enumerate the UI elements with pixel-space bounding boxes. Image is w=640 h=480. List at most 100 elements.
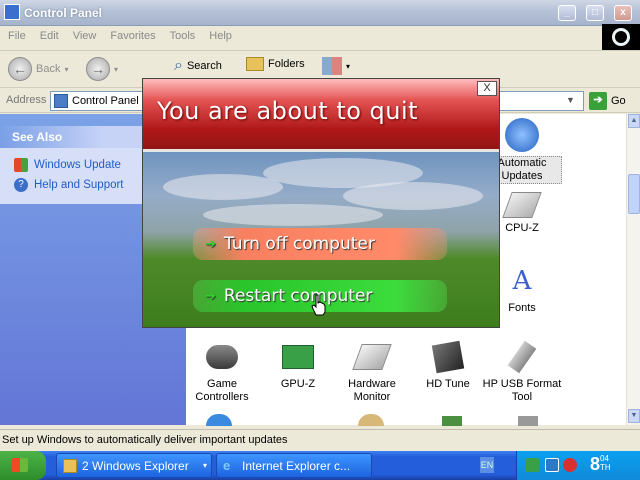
close-button[interactable]: x [614, 5, 632, 21]
hardware-monitor-label: Hardware Monitor [348, 378, 396, 403]
turn-off-computer-button[interactable]: ➔ Turn off computer [193, 228, 447, 260]
help-and-support-link[interactable]: ? Help and Support [14, 178, 124, 192]
tray-app-icon[interactable] [525, 458, 539, 472]
gamepad-icon [206, 345, 238, 369]
fonts-label: Fonts [508, 302, 536, 314]
folders-icon [246, 57, 264, 71]
language-indicator[interactable]: EN [480, 457, 494, 473]
cloud [163, 174, 283, 200]
address-label: Address [6, 94, 47, 106]
control-panel-icon [4, 4, 20, 20]
views-dropdown-icon: ▾ [346, 61, 351, 71]
hand-cursor-icon [311, 294, 326, 316]
usb-drive-icon [507, 340, 537, 374]
game-controllers-item[interactable]: Game Controllers [182, 340, 262, 404]
forward-dropdown-icon: ▾ [114, 64, 119, 74]
partial-item-icon [518, 416, 538, 426]
hardware-monitor-item[interactable]: Hardware Monitor [332, 340, 412, 404]
back-dropdown-icon: ▾ [64, 64, 69, 74]
task-internet-explorer[interactable]: e Internet Explorer c... [216, 453, 372, 478]
clock-minutes: 04 [600, 454, 609, 463]
clock-suffix: TH [600, 463, 611, 472]
go-button[interactable]: Go [611, 95, 626, 107]
status-text: Set up Windows to automatically deliver … [2, 434, 288, 446]
back-arrow-icon: ← [8, 57, 32, 81]
windows-logo [602, 24, 640, 50]
clock-hour: 8 [590, 454, 601, 474]
hp-usb-format-tool-label: HP USB Format Tool [482, 378, 562, 403]
cloud [343, 182, 483, 210]
address-dropdown-icon[interactable]: ▼ [566, 95, 575, 105]
partial-item-icon [442, 416, 462, 426]
dialog-close-button[interactable]: X [477, 81, 497, 96]
throbber-icon [612, 28, 630, 46]
menu-view[interactable]: View [65, 27, 103, 42]
gpu-card-icon [282, 345, 314, 369]
hd-tune-item[interactable]: HD Tune [408, 340, 488, 391]
hard-drive-icon [431, 340, 465, 374]
internet-explorer-icon: e [223, 457, 231, 473]
hardware-monitor-icon [352, 344, 392, 370]
windows-flag-icon [12, 458, 28, 472]
title-bar[interactable]: Control Panel _ □ x [0, 0, 640, 26]
forward-button[interactable]: → ▾ [86, 57, 118, 81]
views-icon [322, 57, 342, 75]
minimize-button[interactable]: _ [558, 5, 576, 21]
scroll-down-button[interactable]: ▼ [628, 409, 640, 423]
vertical-scrollbar[interactable]: ▲ ▼ [626, 114, 640, 425]
forward-arrow-icon: → [86, 57, 110, 81]
search-icon: ⌕ [174, 57, 183, 74]
gpu-z-item[interactable]: GPU-Z [258, 340, 338, 391]
search-button[interactable]: ⌕ Search [174, 57, 222, 75]
folder-icon [63, 458, 77, 473]
task-windows-explorer[interactable]: 2 Windows Explorer ▾ [56, 453, 212, 478]
windows-update-icon [14, 158, 28, 172]
partial-item-icon [206, 414, 232, 426]
gpu-z-label: GPU-Z [280, 378, 316, 390]
menu-tools[interactable]: Tools [162, 27, 202, 42]
task-windows-explorer-label: 2 Windows Explorer [82, 458, 189, 473]
help-and-support-label: Help and Support [34, 179, 124, 191]
menu-bar: File Edit View Favorites Tools Help [0, 27, 600, 47]
security-shield-icon[interactable] [545, 458, 559, 472]
folders-button[interactable]: Folders [246, 57, 305, 71]
hd-tune-label: HD Tune [426, 378, 470, 390]
hp-usb-format-tool-item[interactable]: HP USB Format Tool [482, 340, 562, 404]
status-bar: Set up Windows to automatically deliver … [0, 429, 640, 451]
start-button[interactable] [0, 451, 46, 480]
dialog-title: You are about to quit [157, 97, 419, 125]
shutdown-dialog: X You are about to quit ➔ Turn off compu… [142, 78, 500, 328]
turn-off-label: Turn off computer [223, 234, 375, 254]
clock[interactable]: 804 TH [590, 454, 611, 475]
cpu-chip-icon [502, 192, 542, 218]
menu-favorites[interactable]: Favorites [102, 27, 161, 42]
menu-help[interactable]: Help [201, 27, 238, 42]
globe-update-icon [505, 118, 539, 152]
see-also-title: See Also [12, 130, 63, 144]
system-tray [516, 451, 640, 480]
menu-edit[interactable]: Edit [32, 27, 65, 42]
search-label: Search [186, 60, 222, 72]
control-panel-small-icon [54, 94, 68, 108]
windows-update-label: Windows Update [34, 159, 121, 171]
scroll-up-button[interactable]: ▲ [628, 114, 640, 128]
cloud [203, 204, 383, 226]
task-internet-explorer-label: Internet Explorer c... [242, 458, 351, 473]
scroll-thumb[interactable] [628, 174, 640, 214]
fonts-icon: A [512, 266, 532, 296]
windows-update-link[interactable]: Windows Update [14, 158, 121, 172]
views-button[interactable]: ▾ [322, 57, 350, 75]
alert-icon[interactable] [563, 458, 577, 472]
game-controllers-label: Game Controllers [195, 378, 249, 403]
menu-file[interactable]: File [0, 27, 32, 42]
back-label: Back [36, 63, 61, 75]
back-button[interactable]: ← Back ▾ [8, 57, 68, 81]
address-value: Control Panel [72, 95, 139, 107]
taskbar: 2 Windows Explorer ▾ e Internet Explorer… [0, 451, 640, 480]
go-arrow-icon[interactable]: ➔ [589, 92, 607, 110]
restart-label: Restart computer [223, 286, 373, 306]
arrow-right-icon: ➔ [205, 236, 216, 252]
maximize-button[interactable]: □ [586, 5, 604, 21]
help-icon: ? [14, 178, 28, 192]
window-title: Control Panel [24, 6, 103, 20]
